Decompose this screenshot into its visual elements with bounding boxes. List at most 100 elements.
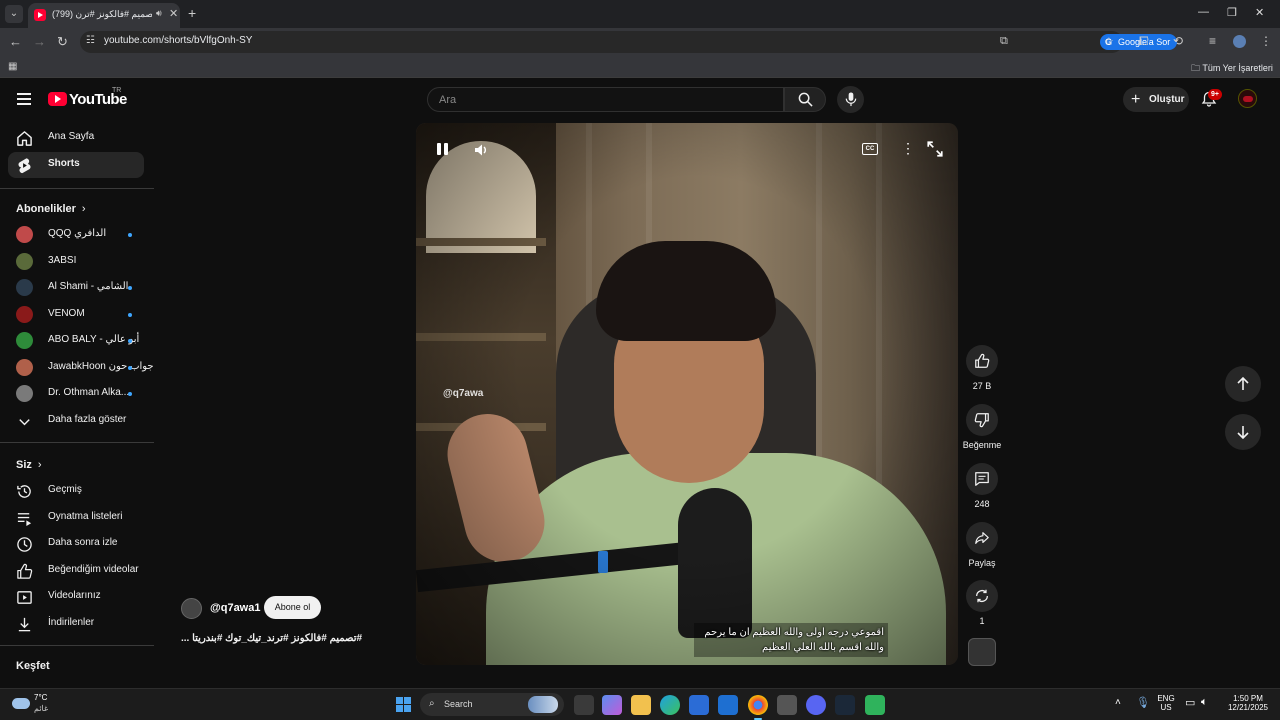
previous-short-button[interactable] [1225, 366, 1261, 402]
tab-search-button[interactable]: ⌄ [5, 5, 23, 23]
chrome-icon[interactable] [748, 695, 768, 720]
new-content-dot [128, 286, 132, 290]
microphone-icon [845, 92, 857, 107]
windows-start-icon[interactable] [396, 697, 412, 713]
media-controls-icon[interactable]: ≡ [1209, 34, 1216, 48]
address-bar[interactable]: ☷ youtube.com/shorts/bVlfgOnh-SY ⧉ Googl… [80, 31, 1177, 53]
country-code: TR [112, 87, 122, 94]
browser-tab-youtube[interactable]: تصميم #فالكونز #ترن (799) 🔊︎ ✕ [28, 3, 180, 28]
sidebar-subscription[interactable]: QQQ الدافري [8, 222, 144, 248]
search-icon [798, 92, 813, 107]
speaker-icon[interactable]: 🔈︎ [1201, 696, 1208, 709]
all-bookmarks-link[interactable]: 🗀︎ Tüm Yer İşaretleri [1191, 61, 1273, 77]
sidebar-item-downloads[interactable]: İndirilenler [8, 611, 144, 637]
subscribe-button[interactable]: Abone ol [264, 596, 321, 619]
channel-avatar[interactable] [181, 598, 202, 619]
sidebar-subscription[interactable]: 3ABSI [8, 249, 144, 275]
task-view-icon[interactable] [574, 695, 594, 715]
short-title[interactable]: #تصميم #فالكونز #ترند_تيك_توك #بندريتا .… [181, 633, 383, 644]
back-button[interactable]: ← [9, 34, 22, 49]
taskbar-search-label: Search [444, 699, 473, 709]
channel-name[interactable]: @q7awa1 [210, 602, 260, 614]
shorts-video-player[interactable]: @q7awa اقموعي درجه اولى والله العظيم ان … [416, 123, 958, 665]
network-icon[interactable]: ▭ [1185, 696, 1195, 709]
sidebar-item-watch-later[interactable]: Daha sonra izle [8, 531, 144, 557]
mic-tray-icon[interactable]: 🎙︎ [1136, 696, 1150, 709]
language-indicator[interactable]: ENG US [1155, 694, 1177, 712]
sidebar-label-shorts: Shorts [48, 158, 80, 169]
history-toolbar-icon[interactable]: ⟲ [1173, 34, 1183, 48]
subscription-label: QQQ الدافري [48, 228, 107, 239]
clock[interactable]: 1:50 PM 12/21/2025 [1222, 694, 1274, 712]
sidebar-subscription[interactable]: VENOM [8, 302, 144, 328]
sidebar-item-shorts[interactable]: Shorts [8, 152, 144, 178]
tab-close-icon[interactable]: ✕ [169, 7, 178, 20]
sidebar-subscription[interactable]: Dr. Othman Alka... [8, 381, 144, 407]
fullscreen-icon[interactable] [926, 140, 944, 158]
dislike-label: Beğenme [962, 440, 1002, 450]
tray-chevron-icon[interactable]: ˄ [1115, 697, 1121, 708]
subscriptions-heading[interactable]: Abonelikler › [16, 203, 86, 215]
next-short-button[interactable] [1225, 414, 1261, 450]
more-options-icon[interactable]: ⋮ [899, 140, 917, 158]
app-gear-icon[interactable] [777, 695, 797, 715]
search-button[interactable] [784, 87, 826, 112]
reload-button[interactable]: ↻ [57, 34, 68, 50]
sidebar-item-playlists[interactable]: Oynatma listeleri [8, 505, 144, 531]
guide-menu-icon[interactable] [17, 93, 31, 105]
minimize-button[interactable]: — [1198, 6, 1209, 18]
liked-videos-icon [17, 563, 33, 579]
new-content-dot [128, 392, 132, 396]
browser-menu-icon[interactable]: ⋮ [1260, 34, 1272, 48]
channel-avatar [16, 385, 33, 402]
taskbar-search[interactable]: ⌕ Search [420, 693, 564, 716]
close-window-button[interactable]: ✕ [1255, 6, 1264, 19]
sidebar-subscription[interactable]: ABO BALY - أبو عالي [8, 328, 144, 354]
apps-grid-icon[interactable]: ▦ [8, 61, 17, 72]
widgets-icon[interactable] [602, 695, 622, 715]
app-green-icon[interactable] [865, 695, 885, 715]
lang-top: ENG [1157, 694, 1175, 703]
sidebar-item-your-videos[interactable]: Videolarınız [8, 584, 144, 610]
steam-icon[interactable] [835, 695, 855, 715]
forward-button[interactable]: → [33, 34, 46, 49]
site-info-icon[interactable]: ☷ [86, 35, 95, 46]
watch-later-icon [17, 537, 32, 552]
captions-icon[interactable]: CC [862, 143, 878, 155]
restore-button[interactable]: ❐ [1227, 6, 1237, 19]
history-icon [17, 485, 31, 498]
sidebar-item-liked-videos[interactable]: Beğendiğim videolar [8, 558, 144, 584]
sidebar-subscription[interactable]: JawabkHoon جواب حون [8, 355, 154, 381]
channel-avatar [16, 359, 33, 376]
cloud-icon[interactable] [12, 698, 30, 709]
file-explorer-icon[interactable] [631, 695, 651, 715]
sidebar-item-home[interactable]: Ana Sayfa [8, 125, 144, 151]
store-icon[interactable] [689, 695, 709, 715]
volume-icon[interactable] [471, 141, 491, 159]
account-avatar[interactable] [1238, 89, 1257, 108]
lang-bottom: US [1160, 703, 1172, 712]
edge-icon[interactable] [660, 695, 680, 715]
profile-avatar[interactable] [1233, 35, 1246, 48]
voice-search-button[interactable] [837, 86, 864, 113]
sidebar-divider [0, 188, 154, 189]
sound-thumbnail[interactable] [968, 638, 996, 666]
new-tab-button[interactable]: + [188, 5, 196, 21]
mail-icon[interactable] [718, 695, 738, 715]
search-input[interactable] [428, 88, 783, 111]
sidebar-subscription[interactable]: Al Shami - الشامي [8, 275, 144, 301]
install-app-icon[interactable]: ⧉ [1000, 35, 1008, 48]
extensions-icon[interactable]: ⧠ [1139, 34, 1149, 49]
subscription-label: JawabkHoon جواب حون [48, 361, 154, 372]
bookmark-star-icon[interactable]: ☆ [1104, 35, 1114, 48]
show-more-button[interactable]: Daha fazla göster [8, 408, 144, 434]
discord-icon[interactable] [806, 695, 826, 715]
sidebar-item-history[interactable]: Geçmiş [8, 478, 144, 504]
you-heading[interactable]: Siz › [16, 459, 42, 471]
subscription-label: ABO BALY - أبو عالي [48, 334, 140, 345]
pause-icon[interactable] [434, 141, 452, 159]
shorts-icon [18, 158, 31, 174]
create-button[interactable]: + Oluştur [1123, 87, 1189, 112]
tab-audio-icon[interactable]: 🔊︎ [156, 8, 162, 19]
video-watermark: @q7awa [443, 388, 484, 399]
